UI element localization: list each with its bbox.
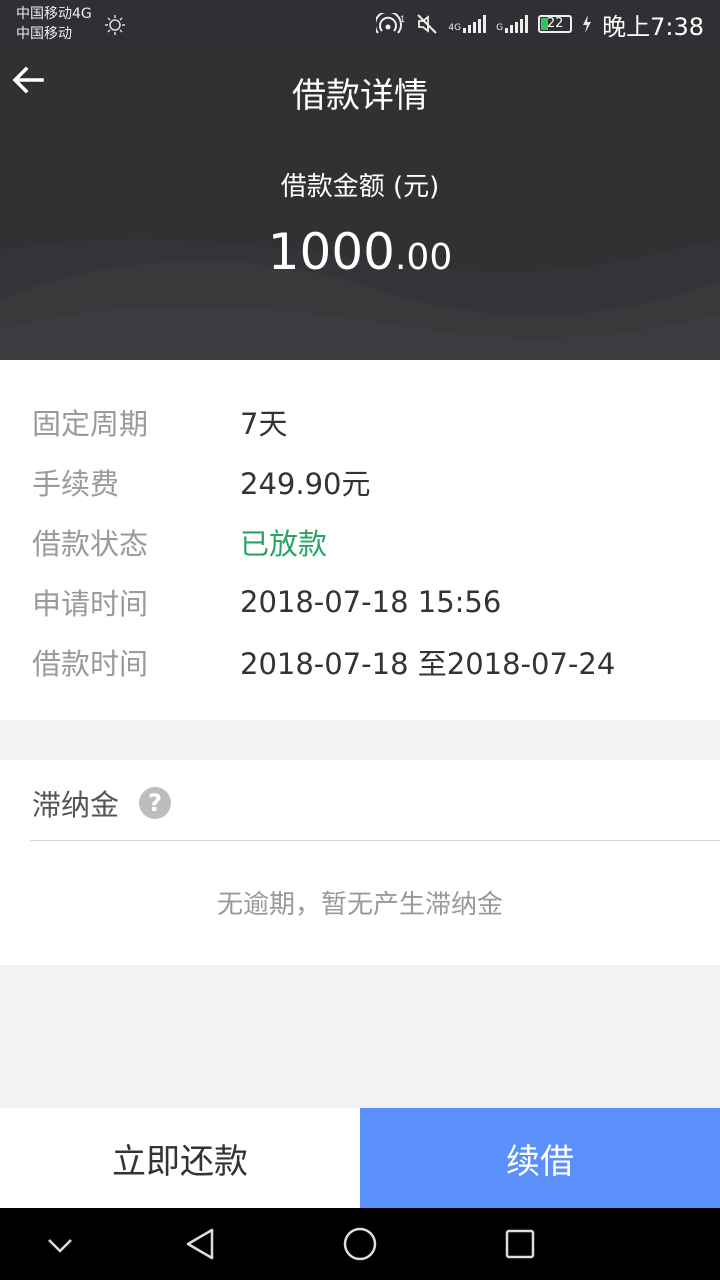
loan-details: 固定周期 7天 手续费 249.90元 借款状态 已放款 申请时间 2018-0… (0, 360, 720, 720)
amount-label: 借款金额 (元) (280, 172, 440, 202)
page-title: 借款详情 (292, 76, 428, 116)
chevron-down-icon[interactable] (44, 1226, 76, 1262)
detail-row-status: 借款状态 已放款 (32, 512, 327, 572)
charging-icon (583, 15, 592, 33)
brightness-icon (105, 15, 125, 35)
status-value: 已放款 (240, 527, 328, 561)
carrier-info: 中国移动4G 中国移动 (16, 4, 92, 44)
renew-loan-button[interactable]: 续借 (360, 1108, 720, 1208)
signal-icon-2: G (496, 15, 529, 33)
carrier-line2: 中国移动 (16, 26, 72, 42)
amount-integer: 1000 (267, 223, 395, 281)
detail-value: 2018-07-18 15:56 (240, 585, 502, 619)
detail-key: 借款状态 (32, 527, 149, 561)
loan-header: 借款详情 借款金额 (元) 1000.00 (0, 48, 720, 360)
battery-icon: 22 (538, 15, 573, 33)
back-triangle-icon[interactable] (182, 1226, 218, 1262)
detail-key: 手续费 (32, 467, 120, 501)
detail-value: 249.90元 (240, 467, 371, 501)
detail-key: 固定周期 (32, 407, 149, 441)
late-fee-message: 无逾期，暂无产生滞纳金 (216, 890, 503, 920)
late-fee-title: 滞纳金 ? (32, 782, 172, 824)
detail-value: 7天 (240, 407, 288, 441)
status-icons: 1 4G G 22 晚上7:38 (376, 0, 704, 48)
detail-row-loan-time: 借款时间 2018-07-18 至2018-07-24 (32, 632, 615, 692)
detail-row-apply-time: 申请时间 2018-07-18 15:56 (32, 572, 501, 632)
detail-key: 借款时间 (32, 647, 149, 681)
amount-decimal: .00 (394, 237, 453, 278)
hotspot-icon: 1 (376, 13, 405, 34)
loan-amount: 1000.00 (0, 223, 720, 281)
recents-square-icon[interactable] (502, 1226, 538, 1262)
divider (30, 840, 720, 841)
repay-now-button[interactable]: 立即还款 (0, 1108, 360, 1208)
mute-icon (417, 14, 438, 34)
carrier-line1: 中国移动4G (16, 6, 92, 22)
system-nav-bar (0, 1208, 720, 1280)
detail-value: 2018-07-18 至2018-07-24 (240, 647, 616, 681)
late-fee-section: 滞纳金 ? 无逾期，暂无产生滞纳金 (0, 760, 720, 965)
status-bar: 中国移动4G 中国移动 1 4G G 22 晚上7:38 (0, 0, 720, 48)
home-circle-icon[interactable] (342, 1226, 378, 1262)
late-fee-label: 滞纳金 (32, 788, 120, 822)
detail-row-period: 固定周期 7天 (32, 392, 287, 452)
detail-key: 申请时间 (32, 587, 149, 621)
signal-icon: 4G (448, 15, 487, 33)
detail-row-fee: 手续费 249.90元 (32, 452, 370, 512)
help-icon[interactable]: ? (139, 787, 172, 819)
clock: 晚上7:38 (602, 12, 704, 41)
svg-text:1: 1 (400, 14, 405, 24)
